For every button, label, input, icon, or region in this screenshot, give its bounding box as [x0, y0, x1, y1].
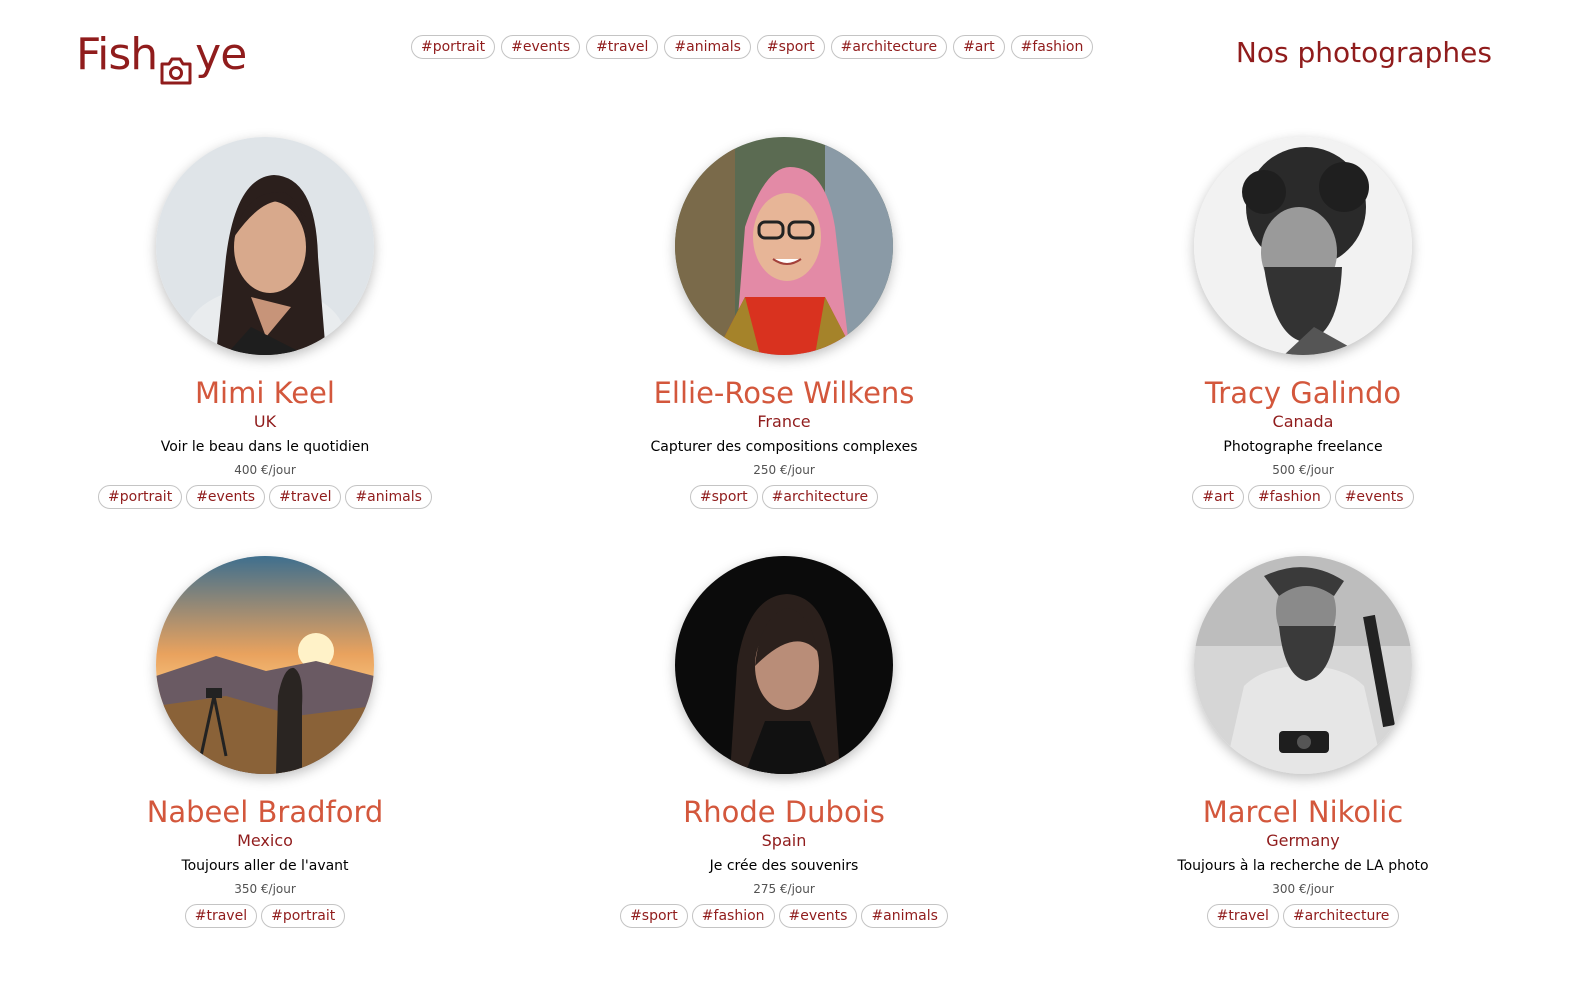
photographer-location: UK	[253, 412, 277, 431]
tag-animals[interactable]: #animals	[345, 485, 432, 509]
photographer-name[interactable]: Nabeel Bradford	[45, 794, 485, 830]
photographer-avatar[interactable]	[156, 556, 374, 774]
photographer-avatar[interactable]	[675, 137, 893, 355]
photographer-avatar[interactable]	[156, 137, 374, 355]
photographer-name[interactable]: Tracy Galindo	[1083, 375, 1523, 411]
tag-architecture[interactable]: #architecture	[1282, 904, 1400, 928]
nav-tag-portrait[interactable]: #portrait	[411, 35, 496, 59]
tag-architecture[interactable]: #architecture	[761, 485, 879, 509]
tag-travel[interactable]: #travel	[269, 485, 342, 509]
photographer-price: 300 €/jour	[1272, 882, 1334, 896]
photographer-name[interactable]: Ellie-Rose Wilkens	[564, 375, 1004, 411]
tag-art[interactable]: #art	[1192, 485, 1244, 509]
nav-tag-sport[interactable]: #sport	[756, 35, 825, 59]
tag-events[interactable]: #events	[1334, 485, 1414, 509]
header: Fish ye #portrait #events #travel #anima…	[0, 0, 1580, 110]
photographer-price: 350 €/jour	[234, 882, 296, 896]
photographer-card: Marcel Nikolic Germany Toujours à la rec…	[1083, 556, 1523, 928]
nav-tag-animals[interactable]: #animals	[664, 35, 751, 59]
photographer-location: Spain	[761, 831, 807, 850]
logo-text-left: Fish	[76, 29, 158, 80]
photographer-card: Mimi Keel UK Voir le beau dans le quotid…	[45, 137, 485, 509]
photographer-card: Ellie-Rose Wilkens France Capturer des c…	[564, 137, 1004, 509]
photographer-avatar[interactable]	[1194, 137, 1412, 355]
tag-events[interactable]: #events	[186, 485, 266, 509]
tag-portrait[interactable]: #portrait	[261, 904, 346, 928]
tag-animals[interactable]: #animals	[861, 904, 948, 928]
photographer-location: France	[757, 412, 811, 431]
camera-icon	[159, 43, 193, 85]
tag-sport[interactable]: #sport	[620, 904, 688, 928]
photographer-tags: #sport #architecture	[564, 485, 1004, 509]
photographer-card: Nabeel Bradford Mexico Toujours aller de…	[45, 556, 485, 928]
nav-tag-architecture[interactable]: #architecture	[830, 35, 948, 59]
photographer-card: Tracy Galindo Canada Photographe freelan…	[1083, 137, 1523, 509]
photographer-price: 400 €/jour	[234, 463, 296, 477]
tag-fashion[interactable]: #fashion	[1247, 485, 1331, 509]
nav-tag-travel[interactable]: #travel	[586, 35, 659, 59]
photographer-tagline: Voir le beau dans le quotidien	[160, 439, 370, 455]
photographer-tagline: Je crée des souvenirs	[709, 858, 859, 874]
photographer-card: Rhode Dubois Spain Je crée des souvenirs…	[564, 556, 1004, 928]
photographer-price: 275 €/jour	[753, 882, 815, 896]
tag-events[interactable]: #events	[778, 904, 858, 928]
photographer-location: Canada	[1272, 412, 1334, 431]
photographer-tags: #travel #portrait	[45, 904, 485, 928]
nav-tag-fashion[interactable]: #fashion	[1010, 35, 1094, 59]
photographer-name[interactable]: Rhode Dubois	[564, 794, 1004, 830]
photographer-tags: #sport #fashion #events #animals	[564, 904, 1004, 928]
photographer-tagline: Capturer des compositions complexes	[650, 439, 918, 455]
photographer-tags: #art #fashion #events	[1083, 485, 1523, 509]
photographer-avatar[interactable]	[675, 556, 893, 774]
tag-fashion[interactable]: #fashion	[691, 904, 775, 928]
photographer-price: 250 €/jour	[753, 463, 815, 477]
photographer-location: Mexico	[237, 831, 293, 850]
tag-travel[interactable]: #travel	[184, 904, 258, 928]
nav-tag-art[interactable]: #art	[953, 35, 1005, 59]
photographer-tags: #travel #architecture	[1083, 904, 1523, 928]
fisheye-logo[interactable]: Fish ye	[76, 26, 247, 85]
tag-sport[interactable]: #sport	[689, 485, 758, 509]
page-title: Nos photographes	[1235, 36, 1492, 69]
tag-filter-nav: #portrait #events #travel #animals #spor…	[411, 35, 1094, 59]
photographer-avatar[interactable]	[1194, 556, 1412, 774]
photographer-name[interactable]: Marcel Nikolic	[1083, 794, 1523, 830]
photographer-price: 500 €/jour	[1272, 463, 1334, 477]
nav-tag-events[interactable]: #events	[501, 35, 581, 59]
photographer-tags: #portrait #events #travel #animals	[45, 485, 485, 509]
tag-portrait[interactable]: #portrait	[98, 485, 183, 509]
photographer-tagline: Toujours à la recherche de LA photo	[1177, 858, 1429, 874]
photographer-tagline: Photographe freelance	[1223, 439, 1383, 455]
tag-travel[interactable]: #travel	[1206, 904, 1279, 928]
photographer-name[interactable]: Mimi Keel	[45, 375, 485, 411]
photographer-location: Germany	[1266, 831, 1340, 850]
photographer-tagline: Toujours aller de l'avant	[181, 858, 349, 874]
logo-text-right: ye	[195, 29, 247, 80]
